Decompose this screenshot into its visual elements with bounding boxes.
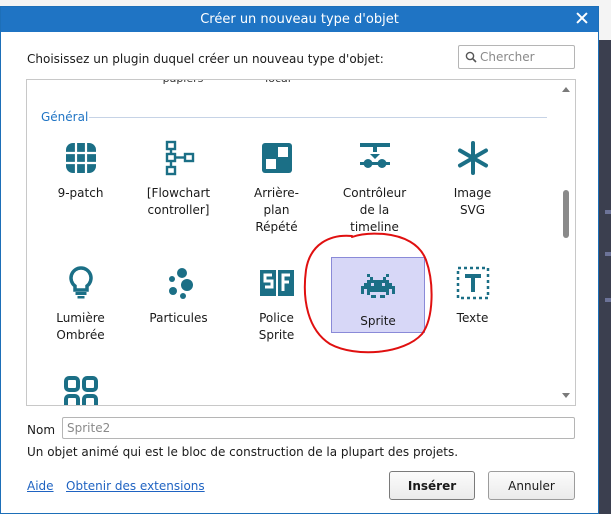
cut-off-label: papiers	[143, 80, 223, 85]
lightbulb-icon	[68, 266, 93, 299]
new-object-dialog: Créer un nouveau type d'objet Choisissez…	[0, 6, 599, 514]
tile-label: Particules	[149, 311, 208, 325]
grid-icon	[63, 376, 98, 405]
tile-label: Sprite	[360, 314, 396, 328]
cancel-button[interactable]: Annuler	[488, 471, 575, 500]
tile-sprite-font[interactable]: Police Sprite	[230, 252, 323, 344]
tile-label: [Flowchart controller]	[146, 186, 211, 217]
object-description: Un objet animé qui est le bloc de constr…	[27, 445, 459, 459]
tile-shaded-light[interactable]: Lumière Ombrée	[34, 252, 127, 344]
plugin-prompt: Choisissez un plugin duquel créer un nou…	[27, 52, 384, 66]
scroll-down-arrow-icon[interactable]	[562, 393, 570, 398]
scroll-up-arrow-icon[interactable]	[562, 87, 570, 92]
tile-flowchart-controller[interactable]: [Flowchart controller]	[132, 127, 225, 219]
space-invader-icon	[361, 274, 395, 298]
help-link[interactable]: Aide	[27, 479, 54, 493]
get-extensions-link[interactable]: Obtenir des extensions	[66, 479, 205, 493]
tile-label: Image SVG	[453, 186, 492, 217]
sprite-font-icon	[259, 270, 294, 296]
tile-label: 9-patch	[57, 186, 104, 200]
tile-svg-image[interactable]: Image SVG	[426, 127, 519, 219]
flowchart-icon	[165, 140, 194, 176]
tile-text[interactable]: Texte	[426, 252, 519, 327]
text-icon	[456, 266, 489, 300]
nine-patch-icon	[65, 143, 96, 173]
dialog-title: Créer un nouveau type d'objet	[200, 12, 399, 27]
section-heading-general: Général	[41, 110, 89, 124]
tile-label: Texte	[456, 311, 489, 325]
particles-icon	[168, 268, 193, 299]
tile-tiled-background[interactable]: Arrière- plan Répété	[230, 127, 323, 236]
search-box[interactable]	[458, 45, 575, 69]
name-label: Nom	[27, 423, 56, 437]
tile-label: Contrôleur de la timeline	[342, 186, 407, 234]
tile-label: Arrière- plan Répété	[254, 186, 299, 234]
tile-label: Police Sprite	[258, 311, 295, 342]
cut-off-label: local	[238, 80, 318, 85]
tile-particles[interactable]: Particules	[132, 252, 225, 327]
section-divider	[89, 117, 547, 118]
object-type-list[interactable]: papiers local Général 9-patch	[26, 79, 576, 406]
title-bar: Créer un nouveau type d'objet	[1, 7, 598, 32]
tile-label: Lumière Ombrée	[56, 311, 105, 342]
tile-sprite[interactable]: Sprite	[331, 257, 425, 333]
list-scrollbar[interactable]	[557, 80, 575, 405]
tile-nine-patch[interactable]: 9-patch	[34, 127, 127, 202]
timeline-icon	[359, 143, 390, 168]
search-icon	[465, 51, 477, 63]
asterisk-icon	[457, 141, 488, 175]
tiled-background-icon	[261, 143, 292, 173]
insert-button[interactable]: Insérer	[389, 471, 475, 500]
tile-timeline-controller[interactable]: Contrôleur de la timeline	[328, 127, 421, 236]
search-input[interactable]	[480, 48, 570, 66]
name-input[interactable]	[62, 417, 575, 439]
tile-partial[interactable]	[34, 362, 127, 405]
scroll-thumb[interactable]	[563, 190, 569, 238]
close-icon[interactable]	[574, 10, 590, 26]
background-window-edge	[599, 40, 611, 514]
